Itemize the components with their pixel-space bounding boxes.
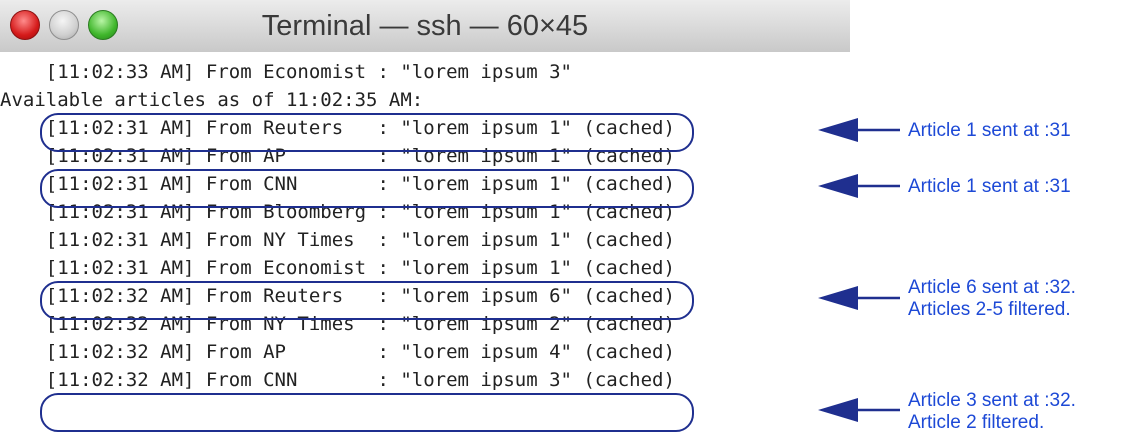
annotation-note: Article 3 sent at :32. Article 2 filtere… [908,390,1076,433]
arrow-head-icon [818,398,858,422]
annotation-arrows [818,118,900,422]
annotation-note: Article 6 sent at :32. Articles 2-5 filt… [908,277,1076,320]
arrow-3 [818,286,900,310]
annotation-note: Article 1 sent at :31 [908,176,1071,197]
arrow-head-icon [818,286,858,310]
arrow-head-icon [818,118,858,142]
arrow-4 [818,398,900,422]
arrow-head-icon [818,174,858,198]
arrow-2 [818,174,900,198]
annotation-note: Article 1 sent at :31 [908,120,1071,141]
arrow-1 [818,118,900,142]
